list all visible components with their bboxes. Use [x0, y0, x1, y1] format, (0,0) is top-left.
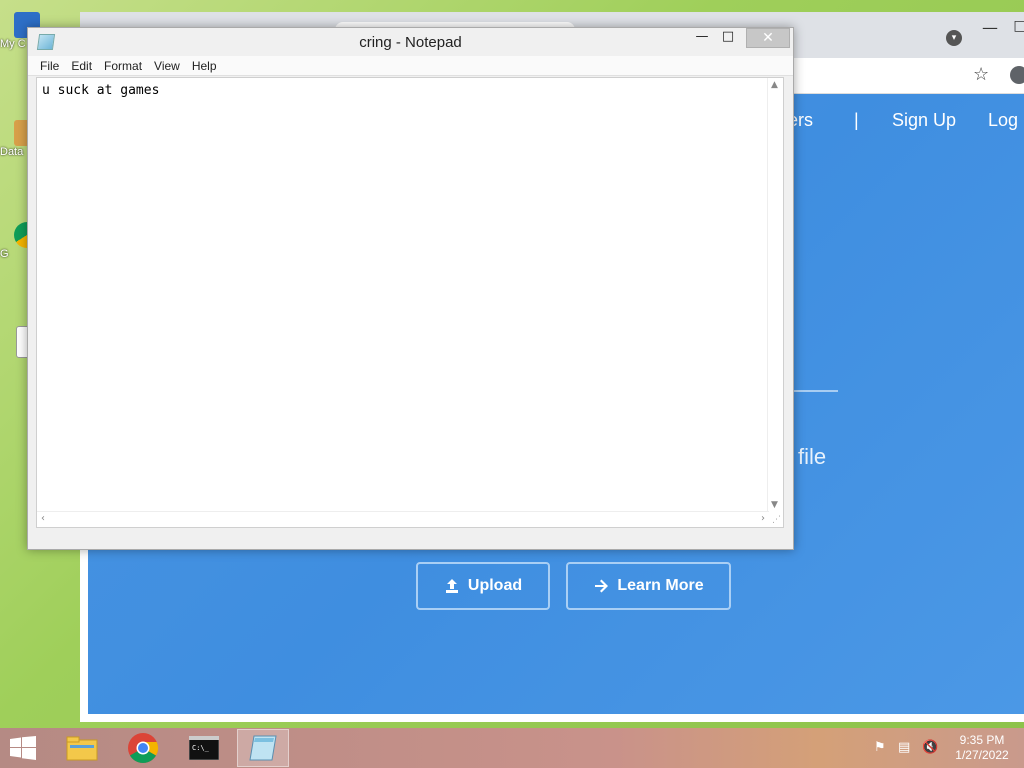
vertical-scrollbar[interactable]: ▲ ▼: [767, 78, 783, 512]
clock-time: 9:35 PM: [959, 733, 1005, 747]
menu-help[interactable]: Help: [192, 56, 223, 75]
hero-divider: [788, 390, 838, 392]
arrow-right-icon: [595, 579, 609, 593]
taskbar-notepad[interactable]: [237, 729, 289, 767]
menu-bar: File Edit Format View Help: [28, 56, 793, 76]
profile-avatar-icon[interactable]: [1010, 66, 1024, 84]
tab-search-icon[interactable]: ▾: [946, 30, 962, 46]
maximize-browser-button[interactable]: □: [1000, 18, 1024, 34]
nav-separator: |: [854, 110, 859, 130]
learn-more-button-label: Learn More: [617, 577, 704, 594]
scroll-left-icon[interactable]: ‹: [41, 513, 45, 524]
taskbar-command-prompt[interactable]: C:\_: [178, 729, 230, 767]
upload-icon: [445, 579, 458, 593]
chrome-icon: [128, 733, 159, 764]
notepad-window: cring - Notepad — □ ✕ File Edit Format V…: [27, 27, 794, 550]
taskbar-chrome[interactable]: [117, 729, 169, 767]
notepad-icon: [249, 735, 277, 761]
upload-button[interactable]: Upload: [416, 562, 550, 610]
window-title: cring - Notepad: [359, 34, 462, 51]
text-editor-area[interactable]: u suck at games ▲ ▼ ‹ › ⋰: [36, 77, 784, 528]
desktop-icon-label: G: [0, 248, 9, 260]
menu-edit[interactable]: Edit: [71, 56, 98, 75]
upload-button-label: Upload: [467, 577, 523, 594]
maximize-button[interactable]: □: [714, 28, 742, 48]
svg-text:C:\_: C:\_: [192, 744, 210, 752]
scroll-down-icon[interactable]: ▼: [771, 500, 778, 510]
nav-signup-link[interactable]: Sign Up: [892, 110, 956, 131]
close-button[interactable]: ✕: [746, 28, 790, 48]
notepad-titlebar[interactable]: cring - Notepad — □ ✕: [28, 28, 793, 56]
minimize-button[interactable]: —: [688, 28, 716, 48]
document-text[interactable]: u suck at games: [42, 83, 159, 98]
menu-format[interactable]: Format: [104, 56, 148, 75]
scroll-right-icon[interactable]: ›: [761, 513, 765, 524]
taskbar: C:\_ ⚑ ▤ 🔇 9:35 PM 1/27/2022: [0, 728, 1024, 768]
folder-icon: [66, 736, 98, 761]
action-center-flag-icon[interactable]: ⚑: [874, 740, 886, 755]
horizontal-scrollbar[interactable]: ‹ ›: [37, 511, 769, 527]
menu-view[interactable]: View: [154, 56, 186, 75]
resize-grip-icon[interactable]: ⋰: [772, 515, 781, 525]
desktop-icon-label: My C: [0, 38, 26, 50]
windows-start-icon[interactable]: [10, 736, 36, 760]
hero-tagline: file: [798, 444, 827, 469]
scroll-up-icon[interactable]: ▲: [771, 80, 778, 90]
system-clock[interactable]: 9:35 PM 1/27/2022: [944, 733, 1020, 763]
clock-date: 1/27/2022: [955, 748, 1009, 762]
learn-more-button[interactable]: Learn More: [566, 562, 731, 610]
desktop-icon-label: Data: [0, 146, 24, 158]
volume-muted-icon[interactable]: 🔇: [922, 740, 938, 755]
bookmark-star-icon[interactable]: ☆: [973, 64, 989, 85]
network-icon[interactable]: ▤: [898, 740, 910, 755]
terminal-icon: C:\_: [189, 736, 219, 760]
nav-login-link[interactable]: Log: [988, 110, 1018, 131]
menu-file[interactable]: File: [40, 56, 65, 75]
taskbar-file-explorer[interactable]: [56, 729, 108, 767]
